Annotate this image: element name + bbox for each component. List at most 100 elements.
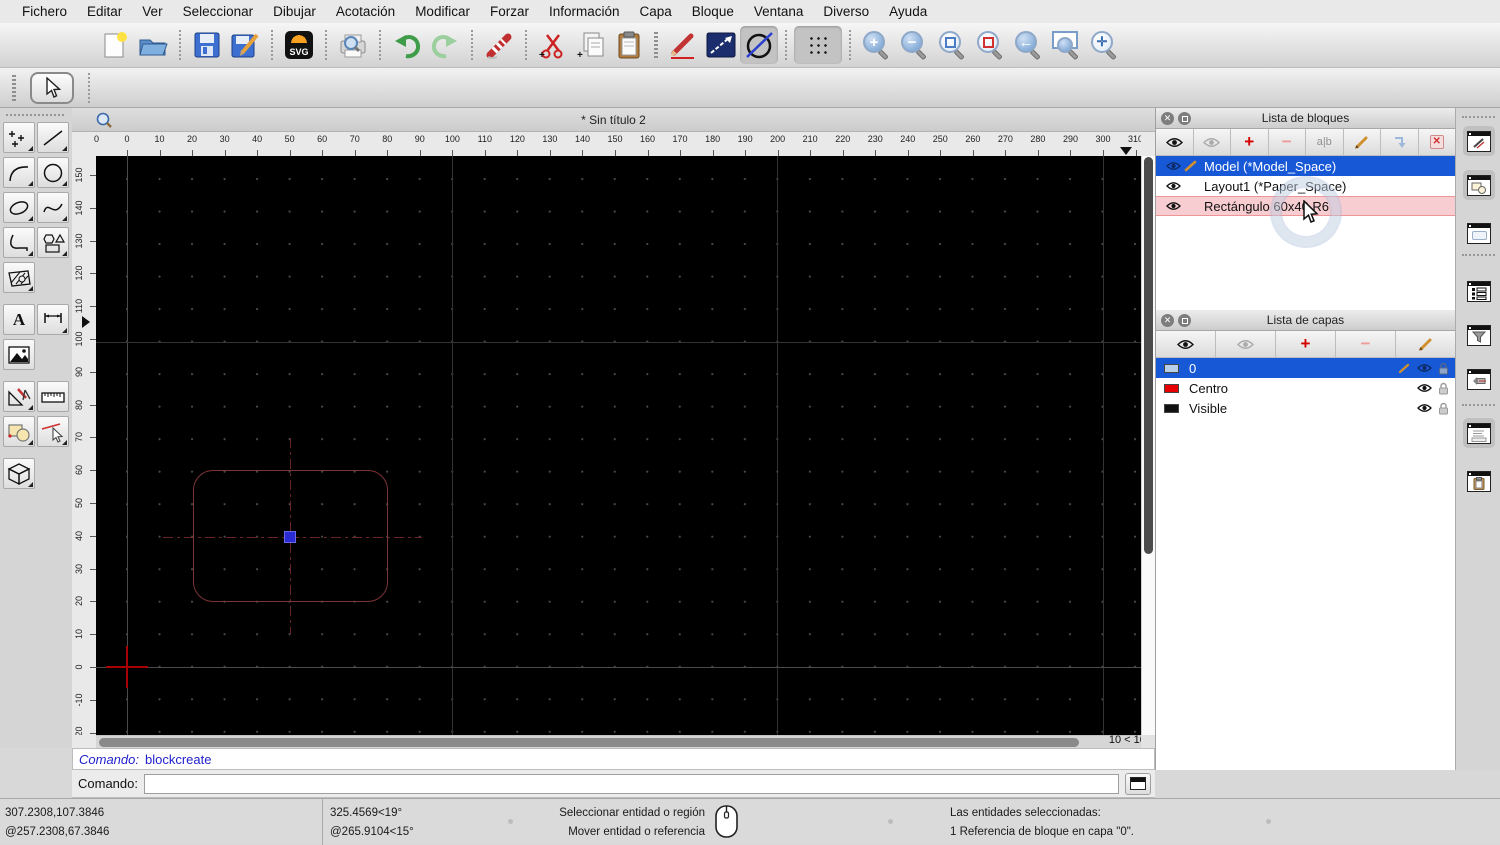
block-insert-button[interactable] xyxy=(1381,129,1419,155)
measure-scale-button[interactable] xyxy=(702,26,740,64)
dock-selection-filter-button[interactable] xyxy=(1463,320,1495,350)
command-window-button[interactable] xyxy=(1124,772,1151,795)
cut-button[interactable]: + xyxy=(534,26,572,64)
line-tool-button[interactable] xyxy=(37,122,69,153)
lock-icon[interactable] xyxy=(1438,382,1449,395)
menu-informacion[interactable]: Información xyxy=(539,4,630,19)
layer-show-all-button[interactable] xyxy=(1156,331,1216,357)
block-remove-button[interactable]: − xyxy=(1269,129,1306,155)
layer-row-visible[interactable]: Visible xyxy=(1156,398,1455,418)
detach-icon[interactable] xyxy=(1178,314,1191,327)
layer-remove-button[interactable]: − xyxy=(1336,331,1396,357)
zoom-out-button[interactable]: − xyxy=(896,26,934,64)
layer-color-swatch[interactable] xyxy=(1164,363,1179,373)
shapes-tool-button[interactable] xyxy=(37,227,69,258)
selected-reference-point[interactable] xyxy=(284,531,296,543)
command-input[interactable] xyxy=(143,773,1119,794)
ellipse-tool-button[interactable] xyxy=(3,192,35,223)
circle-tool-button[interactable] xyxy=(37,157,69,188)
copy-button[interactable]: + xyxy=(572,26,610,64)
dimension-tool-button[interactable] xyxy=(37,304,69,335)
select-entity-tool-button[interactable] xyxy=(37,416,69,447)
palette-drag-handle[interactable] xyxy=(6,114,64,116)
layer-row-centro[interactable]: Centro xyxy=(1156,378,1455,398)
vertical-scrollbar-thumb[interactable] xyxy=(1144,157,1153,554)
toolbar-drag-handle[interactable] xyxy=(654,32,658,58)
dock-layer-list-button[interactable] xyxy=(1463,276,1495,306)
redo-button[interactable] xyxy=(426,26,464,64)
paste-button[interactable] xyxy=(610,26,648,64)
undo-button[interactable] xyxy=(388,26,426,64)
horizontal-scrollbar-thumb[interactable] xyxy=(99,738,1079,747)
measure-tool-button[interactable] xyxy=(37,381,69,412)
zoom-window-button[interactable] xyxy=(1048,26,1086,64)
layer-hide-all-button[interactable] xyxy=(1216,331,1276,357)
drawing-canvas[interactable] xyxy=(96,156,1141,735)
vertical-scrollbar[interactable] xyxy=(1141,156,1155,735)
eye-icon[interactable] xyxy=(1417,383,1432,393)
toolbar-drag-handle[interactable] xyxy=(12,74,16,101)
menu-acotacion[interactable]: Acotación xyxy=(326,4,405,19)
menu-forzar[interactable]: Forzar xyxy=(480,4,539,19)
dock-block-list-button[interactable] xyxy=(1463,170,1495,200)
block-hide-all-button[interactable] xyxy=(1194,129,1231,155)
horizontal-scrollbar[interactable] xyxy=(96,735,1141,748)
save-as-button[interactable] xyxy=(226,26,264,64)
zoom-previous-button[interactable]: ← xyxy=(1010,26,1048,64)
grid-toggle-button[interactable] xyxy=(794,26,842,64)
draw-attributes-button[interactable] xyxy=(664,26,702,64)
lock-icon[interactable] xyxy=(1438,362,1449,375)
drawing-title-bar[interactable]: * Sin título 2 xyxy=(72,108,1155,132)
menu-ventana[interactable]: Ventana xyxy=(744,4,814,19)
block-show-all-button[interactable] xyxy=(1156,129,1194,155)
order-tool-button[interactable] xyxy=(3,416,35,447)
menu-editar[interactable]: Editar xyxy=(77,4,132,19)
detach-icon[interactable] xyxy=(1178,112,1191,125)
block-add-button[interactable]: + xyxy=(1231,129,1269,155)
menu-fichero[interactable]: Fichero xyxy=(12,4,77,19)
close-icon[interactable]: ✕ xyxy=(1161,314,1174,327)
close-icon[interactable]: ✕ xyxy=(1161,112,1174,125)
eye-icon[interactable] xyxy=(1164,161,1182,171)
dock-reference-viewer-button[interactable] xyxy=(1463,364,1495,394)
arc-tool-button[interactable] xyxy=(3,157,35,188)
eye-icon[interactable] xyxy=(1417,403,1432,413)
menu-bloque[interactable]: Bloque xyxy=(682,4,744,19)
hatch-tool-button[interactable] xyxy=(3,262,35,293)
layer-color-swatch[interactable] xyxy=(1164,403,1179,413)
dock-property-editor-button[interactable] xyxy=(1463,126,1495,156)
block-edit-button[interactable] xyxy=(1344,129,1381,155)
eye-icon[interactable] xyxy=(1164,181,1182,191)
layer-row-0[interactable]: 0 xyxy=(1156,358,1455,378)
layer-edit-button[interactable] xyxy=(1396,331,1455,357)
print-preview-button[interactable] xyxy=(334,26,372,64)
text-tool-button[interactable]: A xyxy=(3,304,35,335)
dock-command-line-button[interactable] xyxy=(1463,418,1495,448)
polyline-tool-button[interactable] xyxy=(3,227,35,258)
solid-3d-tool-button[interactable] xyxy=(3,458,35,489)
zoom-pan-button[interactable]: ✛ xyxy=(1086,26,1124,64)
layer-color-swatch[interactable] xyxy=(1164,383,1179,393)
pencil-icon[interactable] xyxy=(1398,363,1411,374)
menu-seleccionar[interactable]: Seleccionar xyxy=(173,4,264,19)
open-file-button[interactable] xyxy=(134,26,172,64)
block-row-model[interactable]: Model (*Model_Space) xyxy=(1156,156,1455,176)
zoom-auto-button[interactable] xyxy=(934,26,972,64)
pencil-icon[interactable] xyxy=(1182,160,1200,172)
dock-library-browser-button[interactable] xyxy=(1463,218,1495,248)
block-rename-button[interactable]: a|b xyxy=(1306,129,1344,155)
points-tool-button[interactable] xyxy=(3,122,35,153)
save-button[interactable] xyxy=(188,26,226,64)
menu-dibujar[interactable]: Dibujar xyxy=(263,4,326,19)
block-delete-button[interactable]: ✕ xyxy=(1419,129,1456,155)
spline-tool-button[interactable] xyxy=(37,192,69,223)
selection-tool-button[interactable] xyxy=(30,71,74,104)
new-file-button[interactable] xyxy=(96,26,134,64)
eye-icon[interactable] xyxy=(1417,363,1432,373)
zoom-in-button[interactable]: + xyxy=(858,26,896,64)
menu-ver[interactable]: Ver xyxy=(132,4,172,19)
zoom-selection-button[interactable] xyxy=(972,26,1010,64)
menu-diverso[interactable]: Diverso xyxy=(813,4,879,19)
svg-export-button[interactable]: SVG xyxy=(280,26,318,64)
image-tool-button[interactable] xyxy=(3,339,35,370)
